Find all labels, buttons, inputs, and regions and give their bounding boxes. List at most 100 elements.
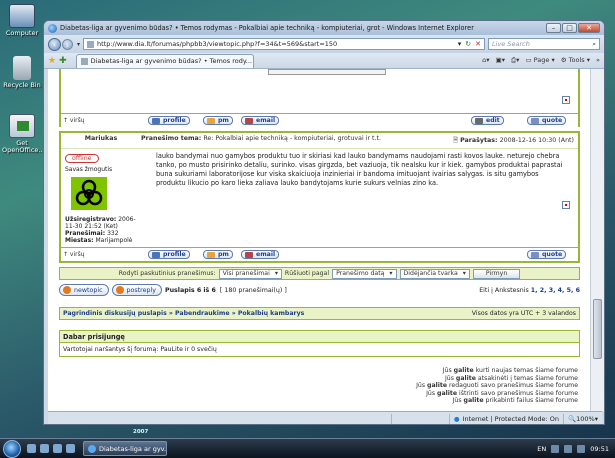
- breadcrumb-path[interactable]: Pagrindinis diskusijų puslapis » Pabendr…: [63, 310, 472, 317]
- profile-icon: [152, 117, 160, 124]
- history-dropdown-icon[interactable]: ▾: [77, 41, 80, 48]
- browser-tab[interactable]: Diabetas-liga ar gyvenimo būdas? • Temos…: [75, 53, 254, 68]
- stop-icon[interactable]: ✕: [475, 40, 481, 48]
- search-icon[interactable]: ⌕: [592, 40, 596, 48]
- post-reply-button[interactable]: postreply: [111, 284, 162, 296]
- openoffice-icon: [9, 114, 35, 138]
- sort-order-select[interactable]: Didėjančia tvarka ▾: [399, 268, 470, 279]
- search-box[interactable]: Live Search ⌕: [488, 38, 600, 50]
- report-icon[interactable]: [562, 96, 570, 104]
- profile-icon: [152, 251, 160, 258]
- offline-badge: offline: [65, 154, 99, 163]
- computer-icon: [9, 4, 35, 28]
- pm-icon: [207, 117, 215, 124]
- ie-quicklaunch-icon[interactable]: [53, 444, 62, 453]
- report-icon[interactable]: [562, 201, 570, 209]
- back-to-top-link[interactable]: ↑ viršų: [63, 117, 85, 124]
- post: Mariukas Pranešimo tema: Re: Pokalbiai a…: [59, 131, 580, 263]
- favorites-star-icon[interactable]: ★: [48, 56, 56, 66]
- post-subject: Pranešimo tema: Re: Pokalbiai apie techn…: [141, 135, 381, 142]
- post-actions-bar: ↑ viršų profile pm email edit quote: [61, 113, 578, 127]
- profile-button[interactable]: profile: [148, 250, 190, 259]
- edit-button[interactable]: edit: [471, 116, 504, 125]
- print-icon[interactable]: ⎙▾: [511, 56, 519, 65]
- show-desktop-icon[interactable]: [27, 444, 36, 453]
- start-button[interactable]: [3, 439, 21, 458]
- tab-row: ★ ✚ Diabetas-liga ar gyvenimo būdas? • T…: [44, 53, 604, 69]
- biohazard-icon: [75, 179, 103, 206]
- address-dropdown-icon[interactable]: ▾: [458, 40, 462, 48]
- browser-window: Diabetas-liga ar gyvenimo būdas? • Temos…: [43, 20, 605, 425]
- language-indicator[interactable]: EN: [537, 445, 546, 453]
- security-zone[interactable]: ● Internet | Protected Mode: On: [448, 413, 563, 424]
- desktop-icon-openoffice[interactable]: Get OpenOffice...: [2, 114, 45, 154]
- new-topic-button[interactable]: newtopic: [59, 284, 109, 296]
- editor-toolbar-image: [268, 69, 386, 75]
- email-icon: [245, 117, 253, 124]
- permission-line: Jūs galite atsakinėti į temas šiame foru…: [444, 374, 578, 382]
- post-text: lauko bandymai nuo gamybos produktu tuo …: [156, 152, 563, 187]
- who-is-online: Dabar prisijungę Vartotojai naršantys šį…: [59, 330, 580, 357]
- refresh-icon[interactable]: ↻: [465, 40, 471, 48]
- volume-icon[interactable]: [564, 444, 573, 453]
- close-button[interactable]: ✕: [578, 23, 600, 33]
- home-icon[interactable]: ⌂▾: [482, 56, 489, 65]
- post-author[interactable]: Mariukas: [61, 135, 141, 146]
- desktop-icon-computer[interactable]: Computer: [2, 4, 42, 37]
- author-rank: Savas žmogutis: [65, 166, 113, 173]
- chevron-down-icon: ▾: [389, 270, 393, 277]
- sort-label: Rūšiuoti pagal: [284, 270, 330, 277]
- add-favorites-icon[interactable]: ✚: [59, 56, 67, 66]
- posts-count: Pranešimai: 332: [65, 230, 119, 237]
- page-numbers[interactable]: 1, 2, 3, 4, 5, 6: [531, 287, 580, 294]
- show-select[interactable]: Visi pranešimai ▾: [218, 268, 282, 279]
- post-count: [ 180 pranešimai(ų) ]: [219, 286, 287, 294]
- ie-icon: [48, 23, 57, 33]
- go-button[interactable]: Pirmyn: [472, 268, 521, 279]
- email-button[interactable]: email: [241, 116, 280, 125]
- security-icon[interactable]: [577, 444, 586, 453]
- more-icon[interactable]: »: [596, 56, 600, 65]
- pm-button[interactable]: pm: [203, 116, 233, 125]
- address-bar[interactable]: http://www.dia.lt/forumas/phpbb3/viewtop…: [83, 38, 485, 50]
- tools-menu[interactable]: ⚙ Tools ▾: [561, 56, 590, 65]
- taskbar-button-ie[interactable]: Diabetas-liga ar gyv...: [83, 441, 167, 456]
- sort-options: Rodyti paskutinius pranešimus: Visi pran…: [59, 267, 580, 280]
- zoom-control[interactable]: 🔍 100% ▾: [563, 413, 602, 424]
- network-icon[interactable]: [551, 444, 560, 453]
- clock[interactable]: 09:51: [590, 445, 609, 453]
- status-bar: ● Internet | Protected Mode: On 🔍 100% ▾: [48, 411, 602, 424]
- quick-launch: [27, 444, 75, 453]
- page-links: Eiti į Ankstesnis 1, 2, 3, 4, 5, 6: [479, 286, 580, 294]
- new-topic-icon: [63, 286, 71, 294]
- desktop-icon-recycle-bin[interactable]: Recycle Bin: [2, 56, 42, 89]
- desktop-icon-label: Recycle Bin: [3, 81, 41, 89]
- forward-button[interactable]: ›: [62, 38, 73, 50]
- back-button[interactable]: ‹: [48, 37, 61, 51]
- profile-button[interactable]: profile: [148, 116, 190, 125]
- media-player-icon[interactable]: [66, 444, 75, 453]
- vertical-scrollbar[interactable]: [590, 69, 604, 411]
- switch-windows-icon[interactable]: [40, 444, 49, 453]
- author-profile: offline Savas žmogutis Užsiregistravo: 2…: [61, 149, 146, 247]
- url-text: http://www.dia.lt/forumas/phpbb3/viewtop…: [97, 40, 338, 48]
- previous-post: ↑ viršų profile pm email edit quote: [59, 69, 580, 127]
- quote-button[interactable]: quote: [527, 250, 567, 259]
- page-info: Puslapis 6 iš 6: [164, 286, 216, 294]
- minimize-button[interactable]: –: [546, 23, 561, 33]
- feeds-icon[interactable]: ▣▾: [496, 56, 505, 65]
- author-city: Miestas: Marijampolė: [65, 237, 133, 244]
- scrollbar-thumb[interactable]: [593, 299, 602, 359]
- maximize-button[interactable]: □: [562, 23, 577, 33]
- page-menu[interactable]: ▭ Page ▾: [525, 56, 554, 65]
- email-button[interactable]: email: [241, 250, 280, 259]
- show-label: Rodyti paskutinius pranešimus:: [118, 270, 216, 277]
- back-to-top-link[interactable]: ↑ viršų: [63, 251, 85, 258]
- search-placeholder: Live Search: [492, 40, 530, 48]
- taskbar: Diabetas-liga ar gyv... EN 09:51: [0, 438, 615, 458]
- quote-button[interactable]: quote: [527, 116, 567, 125]
- page-favicon: [87, 40, 95, 48]
- pm-button[interactable]: pm: [203, 250, 233, 259]
- reply-icon: [115, 286, 124, 294]
- sort-by-select[interactable]: Pranešimo datą ▾: [332, 268, 397, 279]
